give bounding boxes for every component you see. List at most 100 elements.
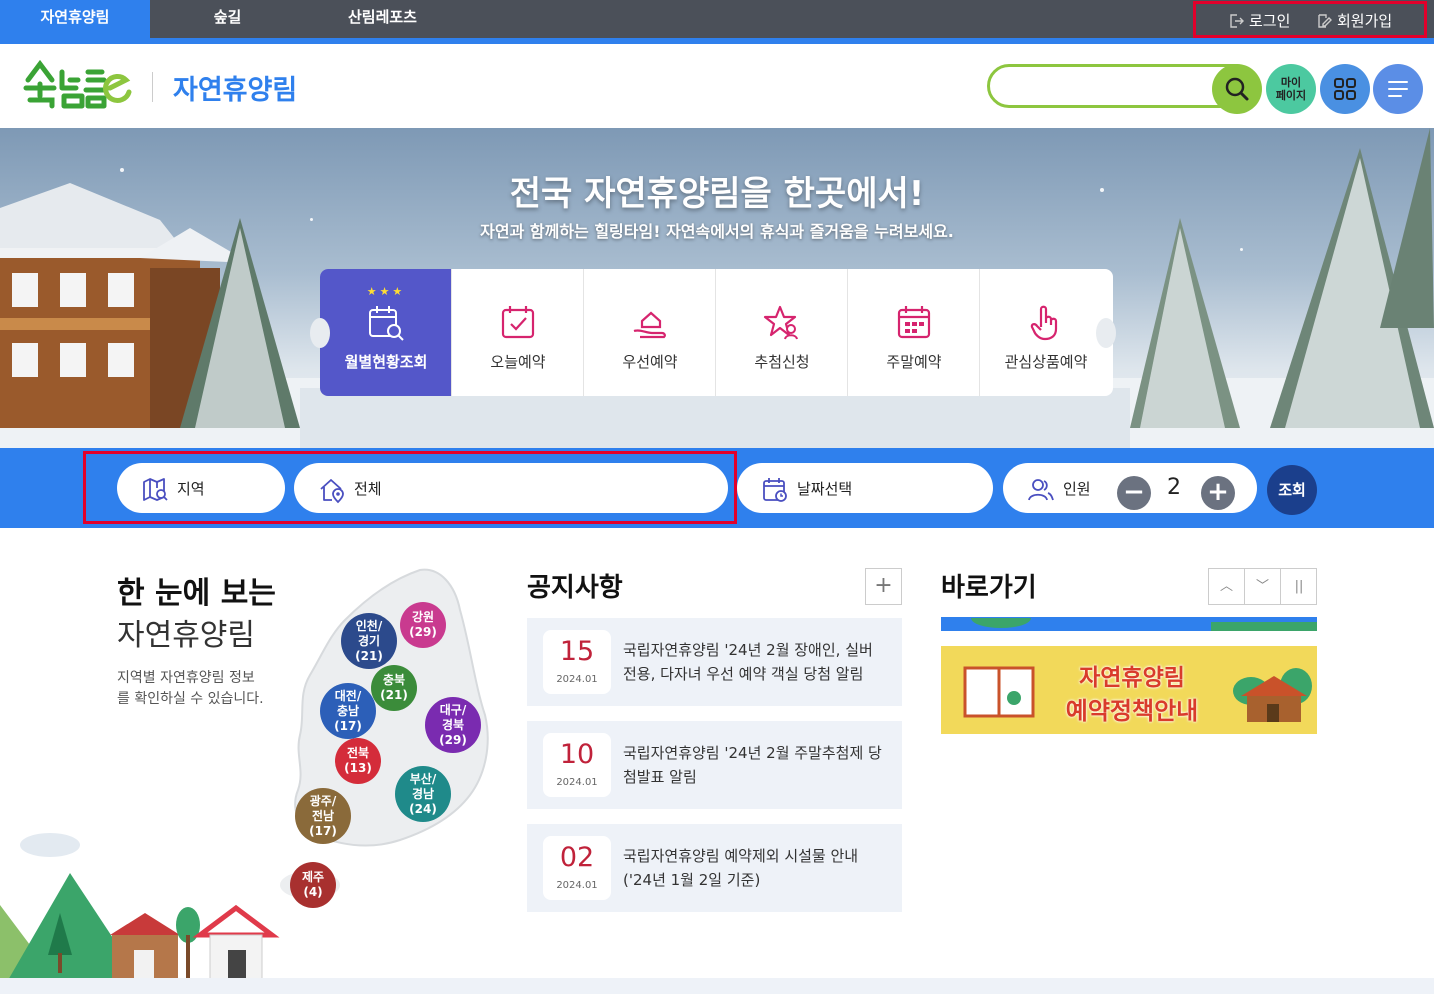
hand-house-icon	[633, 311, 666, 339]
tile-favorite-reservation[interactable]: 관심상품예약	[980, 269, 1112, 396]
mypage-button[interactable]: 마이 페이지	[1266, 64, 1316, 114]
tab-recreation-forest[interactable]: 자연휴양림	[0, 0, 150, 38]
quicklinks-up-button[interactable]: ︿	[1209, 569, 1245, 604]
notice-section-title: 공지사항	[527, 573, 623, 603]
login-label: 로그인	[1249, 12, 1291, 30]
tab-forest-trail[interactable]: 숲길	[150, 0, 305, 38]
all-services-button[interactable]	[1320, 64, 1370, 114]
site-title[interactable]: 자연휴양림	[173, 68, 297, 107]
reservation-policy-banner[interactable]: 자연휴양림 예약정책안내	[941, 646, 1317, 734]
people-icon	[1028, 479, 1054, 501]
people-label: 인원	[1063, 480, 1091, 498]
grid-icon	[1334, 78, 1356, 100]
logo-divider	[152, 72, 153, 102]
notice-year-month: 2024.01	[556, 880, 598, 891]
hero-title: 전국 자연휴양림을 한곳에서!	[509, 174, 925, 214]
region-count: (17)	[309, 823, 337, 838]
star-person-icon	[763, 305, 798, 340]
region-name: 강원	[411, 610, 435, 624]
search-input[interactable]	[1004, 75, 1194, 97]
region-name: 충북	[382, 673, 406, 687]
region-name-2: 충남	[336, 703, 360, 718]
region-jeonbuk[interactable]: 전북 (13)	[335, 738, 381, 784]
region-gwangju-jeonnam[interactable]: 광주/전남 (17)	[295, 788, 351, 844]
auth-links-highlight: 로그인 회원가입	[1193, 1, 1427, 38]
carousel-next-knob[interactable]	[1096, 318, 1116, 348]
notice-date: 15 2024.01	[543, 630, 611, 694]
region-name: 인천/	[355, 618, 383, 633]
calendar-search-icon	[369, 306, 404, 341]
map-description: 지역별 자연휴양림 정보를 확인하실 수 있습니다.	[117, 670, 264, 707]
region-name-2: 전남	[311, 808, 335, 823]
tile-label: 월별현황조회	[344, 353, 428, 371]
hero-subtitle: 자연과 함께하는 힐링타임! 자연속에서의 휴식과 즐거움을 누려보세요.	[480, 222, 954, 241]
sup-nadeuri-logo[interactable]	[22, 58, 132, 110]
login-link[interactable]: 로그인	[1228, 10, 1290, 31]
quicklinks-controls: ︿ ﹀ ||	[1208, 568, 1317, 605]
tile-today-reservation[interactable]: 오늘예약	[452, 269, 584, 396]
region-jeju[interactable]: 제주 (4)	[290, 862, 336, 908]
pointer-hand-icon	[1030, 305, 1058, 341]
date-picker[interactable]: 날짜선택	[737, 463, 993, 513]
tile-label: 우선예약	[622, 353, 678, 371]
menu-button[interactable]	[1373, 64, 1423, 114]
region-name: 대전/	[334, 688, 362, 703]
tab-forest-leisure-sports[interactable]: 산림레포츠	[305, 0, 460, 38]
hamburger-icon	[1388, 81, 1408, 97]
notice-day: 02	[559, 842, 595, 873]
cabin-landscape-illustration	[0, 833, 280, 994]
snowflake	[1240, 248, 1243, 251]
region-count: (21)	[355, 648, 383, 663]
notice-day: 15	[559, 636, 595, 667]
map-title-bold: 한 눈에 보는	[117, 576, 276, 611]
region-gangwon[interactable]: 강원 (29)	[400, 602, 446, 648]
region-chungbuk[interactable]: 충북 (21)	[371, 665, 417, 711]
signup-link[interactable]: 회원가입	[1316, 10, 1392, 31]
notice-item[interactable]: 02 2024.01 국립자연휴양림 예약제외 시설물 안내 ('24년 1월 …	[527, 824, 902, 912]
carousel-prev-knob[interactable]	[310, 318, 330, 348]
people-count: 2	[1167, 475, 1181, 500]
increase-people-button[interactable]: +	[1201, 476, 1235, 510]
region-daegu-gyeongbuk[interactable]: 대구/경북 (29)	[425, 697, 481, 753]
reservation-menu: ★★★ 월별현황조회 오늘예약 우선예약 추첨신청 주말예약 관심상품예약	[320, 269, 1113, 396]
region-name: 광주/	[309, 793, 337, 808]
region-name: 대구/	[439, 702, 467, 717]
notice-item[interactable]: 10 2024.01 국립자연휴양림 '24년 2월 주말추첨제 당첨발표 알림	[527, 721, 902, 809]
tile-label: 추첨신청	[754, 353, 810, 371]
region-daejeon-chungnam[interactable]: 대전/충남 (17)	[320, 683, 376, 739]
banner-edge-illustration	[971, 617, 1317, 631]
region-name: 전북	[346, 746, 370, 760]
region-name: 부산/	[409, 771, 437, 786]
login-icon	[1230, 14, 1244, 28]
tile-priority-reservation[interactable]: 우선예약	[584, 269, 716, 396]
region-busan-gyeongnam[interactable]: 부산/경남 (24)	[395, 766, 451, 822]
quicklink-banner-previous[interactable]	[941, 617, 1317, 631]
notice-item[interactable]: 15 2024.01 국립자연휴양림 '24년 2월 장애인, 실버 전용, 다…	[527, 618, 902, 706]
search-button[interactable]	[1212, 64, 1262, 114]
hero-banner: 전국 자연휴양림을 한곳에서! 자연과 함께하는 힐링타임! 자연속에서의 휴식…	[0, 128, 1434, 448]
search-icon	[1225, 77, 1249, 101]
region-count: (29)	[409, 625, 437, 639]
region-count: (21)	[380, 688, 408, 702]
tile-label: 오늘예약	[490, 353, 546, 371]
notice-year-month: 2024.01	[556, 777, 598, 788]
quicklinks-pause-button[interactable]: ||	[1281, 569, 1317, 604]
notice-date: 10 2024.01	[543, 733, 611, 797]
date-label: 날짜선택	[797, 480, 853, 498]
region-incheon-gyeonggi[interactable]: 인천/경기 (21)	[341, 613, 397, 669]
quicklinks-down-button[interactable]: ﹀	[1245, 569, 1281, 604]
quicklinks-title: 바로가기	[941, 573, 1037, 603]
signup-label: 회원가입	[1337, 12, 1393, 30]
tile-lottery-application[interactable]: 추첨신청	[716, 269, 848, 396]
star-rating-icon: ★★★	[366, 285, 406, 298]
mypage-label-line2: 페이지	[1275, 89, 1307, 102]
region-count: (17)	[334, 718, 362, 733]
tile-weekend-reservation[interactable]: 주말예약	[848, 269, 980, 396]
decrease-people-button[interactable]: −	[1117, 476, 1151, 510]
search-submit-button[interactable]: 조회	[1267, 465, 1317, 515]
banner-title-line2: 예약정책안내	[1065, 697, 1199, 725]
tile-label: 주말예약	[886, 353, 942, 371]
notice-more-button[interactable]: +	[865, 568, 902, 605]
tile-label: 관심상품예약	[1004, 353, 1088, 371]
tile-monthly-status[interactable]: ★★★ 월별현황조회	[320, 269, 452, 396]
